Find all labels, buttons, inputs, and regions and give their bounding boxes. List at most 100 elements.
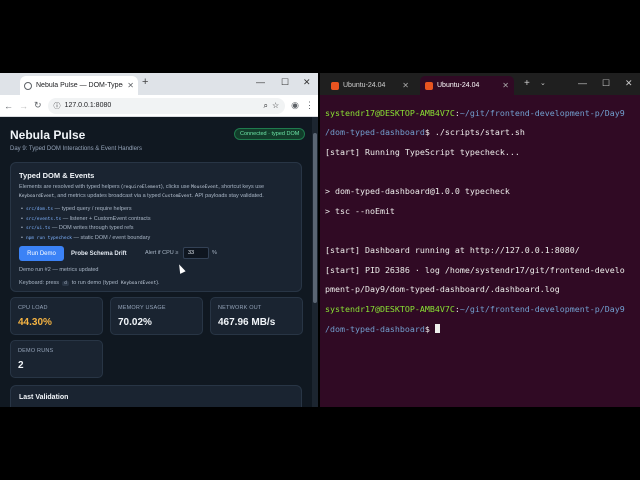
desc-code: CustomEvent	[162, 194, 192, 199]
metric-label: NETWORK OUT	[218, 305, 262, 311]
close-window-icon[interactable]: ✕	[303, 77, 311, 88]
metric-network-card: NETWORK OUT 467.96 MB/s	[210, 297, 303, 335]
menu-kebab-icon[interactable]: ⋮	[305, 100, 314, 111]
browser-tab-strip: Nebula Pulse — DOM-Typed D ✕ + — ☐ ✕	[0, 73, 318, 95]
prompt-path-part: /dom-typed-dashboard	[325, 127, 425, 138]
file-code: src/dom.ts	[25, 207, 54, 212]
terminal-window: Ubuntu-24.04 ✕ Ubuntu-24.04 ✕ + ⌄ — ☐ ✕ …	[320, 73, 640, 407]
terminal-line: > dom-typed-dashboard@1.0.0 typecheck	[325, 186, 510, 197]
desc-code: MouseEvent	[191, 185, 219, 190]
desc-text: . API payloads stay validated.	[191, 193, 264, 199]
minimize-icon[interactable]: —	[256, 77, 265, 87]
page-content: Nebula Pulse Day 9: Typed DOM Interactio…	[0, 117, 312, 407]
list-item: • src/ui.ts — DOM writes through typed re…	[21, 225, 134, 231]
terminal-output[interactable]: systendr17@DESKTOP-AMB4V7C:~/git/fronten…	[325, 99, 637, 354]
forward-icon[interactable]: →	[19, 101, 28, 111]
desc-text: , shortcut keys use	[218, 184, 265, 190]
scrollbar-thumb[interactable]	[313, 133, 317, 303]
metric-value: 2	[18, 360, 24, 371]
terminal-line: [start] Running TypeScript typecheck...	[325, 146, 520, 157]
kb-code: KeyboardEvent	[120, 281, 157, 286]
desc-text: , and metrics updates broadcast via a ty…	[54, 193, 163, 199]
terminal-line: systendr17@DESKTOP-AMB4V7C:~/git/fronten…	[325, 303, 625, 314]
terminal-tab-label: Ubuntu-24.04	[437, 82, 480, 89]
chevron-down-icon[interactable]: ⌄	[540, 79, 546, 87]
file-desc: — DOM writes through typed refs	[50, 225, 134, 231]
card-title: Last Validation	[19, 394, 69, 401]
prompt-user: systendr17@DESKTOP-AMB4V7C	[325, 303, 455, 314]
close-window-icon[interactable]: ✕	[625, 78, 633, 89]
file-list: • src/dom.ts — typed query / require help…	[21, 205, 291, 243]
page-subtitle: Day 9: Typed DOM Interactions & Event Ha…	[10, 146, 142, 152]
metric-cpu-card: CPU LOAD 44.30%	[10, 297, 103, 335]
reload-icon[interactable]: ↻	[34, 100, 42, 111]
address-bar[interactable]: ⓘ 127.0.0.1:8080 ⌕ ☆	[47, 97, 286, 114]
cpu-alert-input[interactable]: 33	[183, 247, 209, 259]
close-tab-icon[interactable]: ✕	[502, 81, 509, 90]
last-validation-card: Last Validation	[10, 385, 302, 407]
terminal-tab-label: Ubuntu-24.04	[343, 82, 386, 89]
browser-tab-title: Nebula Pulse — DOM-Typed D	[36, 82, 124, 89]
metric-value: 467.96 MB/s	[218, 317, 276, 328]
terminal-cursor	[434, 324, 440, 334]
file-desc: — static DOM / event boundary	[72, 234, 151, 241]
browser-window: Nebula Pulse — DOM-Typed D ✕ + — ☐ ✕ ← →…	[0, 73, 318, 407]
profile-icon[interactable]: ◉	[291, 100, 299, 111]
file-code: src/events.ts	[25, 216, 62, 222]
terminal-line: pment-p/Day9/dom-typed-dashboard/.dashbo…	[325, 284, 560, 295]
metric-label: DEMO RUNS	[18, 348, 54, 354]
run-demo-button[interactable]: Run Demo	[19, 246, 64, 261]
list-item: • src/events.ts — listener + CustomEvent …	[21, 215, 151, 222]
prompt-path-part: ~/git/frontend-development-p/Day9	[459, 303, 625, 314]
kb-text: Keyboard: press	[19, 280, 60, 286]
prompt-path-part: ~/git/frontend-development-p/Day9	[459, 107, 625, 118]
close-tab-icon[interactable]: ✕	[402, 81, 409, 90]
prompt-path-part: /dom-typed-dashboard	[325, 324, 425, 335]
metric-label: MEMORY USAGE	[118, 305, 166, 311]
desc-code: KeyboardEvent	[19, 194, 55, 199]
kb-text: ).	[156, 280, 160, 286]
maximize-icon[interactable]: ☐	[281, 77, 289, 88]
metric-value: 44.30%	[18, 317, 52, 328]
browser-toolbar: ← → ↻ ⓘ 127.0.0.1:8080 ⌕ ☆ ◉ ⋮	[0, 95, 318, 117]
file-desc: — typed query / require helpers	[53, 206, 132, 212]
terminal-line: [start] Dashboard running at http://127.…	[325, 244, 580, 255]
kb-text: to run demo (typed	[71, 280, 118, 286]
keyboard-hint: Keyboard: press d to run demo (typed Key…	[19, 280, 160, 286]
terminal-line: [start] PID 26386 · log /home/systendr17…	[325, 264, 625, 275]
maximize-icon[interactable]: ☐	[602, 78, 610, 89]
status-badge: Connected · typed DOM	[234, 128, 306, 140]
close-tab-icon[interactable]: ✕	[127, 81, 134, 90]
terminal-line: /dom-typed-dashboard$	[325, 324, 637, 334]
zoom-icon[interactable]: ⌕	[263, 101, 267, 111]
browser-tab[interactable]: Nebula Pulse — DOM-Typed D ✕	[20, 76, 138, 95]
new-tab-icon[interactable]: +	[524, 78, 530, 89]
terminal-line: systendr17@DESKTOP-AMB4V7C:~/git/fronten…	[325, 107, 625, 118]
globe-icon	[24, 81, 32, 90]
desc-text: ), clicks use	[160, 184, 192, 190]
terminal-line: > tsc --noEmit	[325, 205, 395, 216]
card-description: Elements are resolved with typed helpers…	[19, 183, 295, 201]
back-icon[interactable]: ←	[4, 101, 13, 111]
probe-schema-drift-button[interactable]: Probe Schema Drift	[71, 246, 127, 261]
metric-runs-card: DEMO RUNS 2	[10, 340, 103, 378]
cpu-alert-unit: %	[212, 250, 217, 256]
terminal-tab[interactable]: Ubuntu-24.04 ✕	[326, 76, 414, 95]
file-desc: — listener + CustomEvent contracts	[61, 215, 151, 222]
desc-text: Elements are resolved with typed helpers…	[19, 184, 123, 190]
desc-code: requireElement	[122, 185, 161, 190]
card-title: Typed DOM & Events	[19, 171, 95, 180]
minimize-icon[interactable]: —	[578, 78, 587, 88]
ubuntu-icon	[331, 81, 339, 90]
bookmark-star-icon[interactable]: ☆	[272, 101, 279, 110]
cpu-alert-label: Alert if CPU ≥	[145, 250, 179, 256]
new-tab-icon[interactable]: +	[142, 76, 148, 88]
site-info-icon[interactable]: ⓘ	[54, 101, 61, 111]
terminal-tab-active[interactable]: Ubuntu-24.04 ✕	[420, 76, 514, 95]
file-code: src/ui.ts	[25, 226, 51, 231]
kb-key: d	[62, 280, 69, 286]
metric-value: 70.02%	[118, 317, 152, 328]
terminal-command: ./scripts/start.sh	[434, 127, 525, 138]
